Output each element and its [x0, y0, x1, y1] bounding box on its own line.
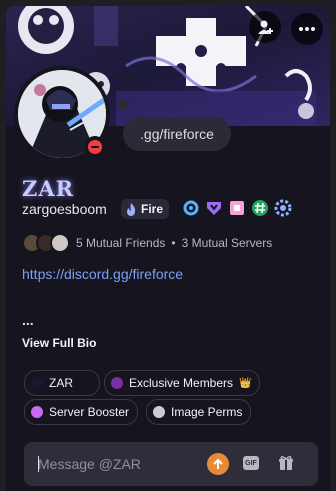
pink-square-badge[interactable]	[228, 199, 246, 217]
mutual-separator: •	[171, 236, 176, 250]
role-pill[interactable]: Image Perms	[146, 399, 252, 425]
mutual-friends-link[interactable]: 5 Mutual Friends	[76, 236, 165, 250]
status-bubble-tail	[118, 100, 128, 110]
mutual-servers-link[interactable]: 3 Mutual Servers	[182, 236, 273, 250]
role-pill[interactable]: Server Booster	[24, 399, 139, 425]
bio-ellipsis: ...	[22, 312, 34, 328]
role-color-dot	[31, 377, 43, 389]
add-friend-icon	[258, 20, 273, 34]
message-box: GIF	[24, 442, 318, 486]
role-label: ZAR	[49, 376, 73, 390]
role-pill[interactable]: Exclusive Members 👑	[104, 370, 261, 396]
guild-tag-label: Fire	[141, 202, 164, 216]
more-icon	[299, 27, 315, 31]
nitro-ring-badge[interactable]	[182, 199, 200, 217]
mutual-avatar	[50, 233, 70, 253]
message-input[interactable]	[38, 454, 198, 474]
guild-tag[interactable]: Fire	[121, 199, 170, 219]
custom-status-bubble: .gg/fireforce	[123, 117, 231, 151]
gear-badge[interactable]	[274, 199, 292, 217]
crown-icon: 👑	[239, 377, 252, 389]
role-color-dot	[111, 377, 123, 389]
upload-arrow-icon	[213, 458, 223, 469]
role-pill[interactable]: ZAR	[24, 370, 100, 396]
role-label: Server Booster	[49, 405, 130, 419]
hypesquad-balance-badge[interactable]	[205, 199, 223, 217]
role-label: Image Perms	[171, 405, 243, 419]
gif-button[interactable]: GIF	[243, 456, 259, 470]
user-profile-popout: .gg/fireforce ZAR zargoesboom Fire 5 Mut…	[6, 6, 330, 491]
status-dnd-indicator	[84, 136, 106, 158]
custom-status-text: .gg/fireforce	[140, 126, 214, 142]
display-name: ZAR	[22, 176, 75, 201]
username: zargoesboom	[22, 201, 107, 217]
more-options-button[interactable]	[291, 13, 323, 45]
profile-badges	[182, 199, 292, 217]
gift-icon	[279, 456, 293, 470]
add-friend-button[interactable]	[249, 11, 281, 43]
bio-link[interactable]: https://discord.gg/fireforce	[22, 266, 183, 282]
role-label: Exclusive Members	[129, 376, 234, 390]
boost-button[interactable]	[207, 453, 229, 475]
role-color-dot	[31, 406, 43, 418]
hashtag-badge[interactable]	[251, 199, 269, 217]
gift-button[interactable]	[276, 453, 296, 473]
role-color-dot	[153, 406, 165, 418]
mutuals-row: 5 Mutual Friends • 3 Mutual Servers	[22, 233, 272, 253]
text-caret	[38, 456, 39, 472]
view-full-bio-button[interactable]: View Full Bio	[22, 336, 96, 350]
fire-icon	[127, 203, 136, 216]
